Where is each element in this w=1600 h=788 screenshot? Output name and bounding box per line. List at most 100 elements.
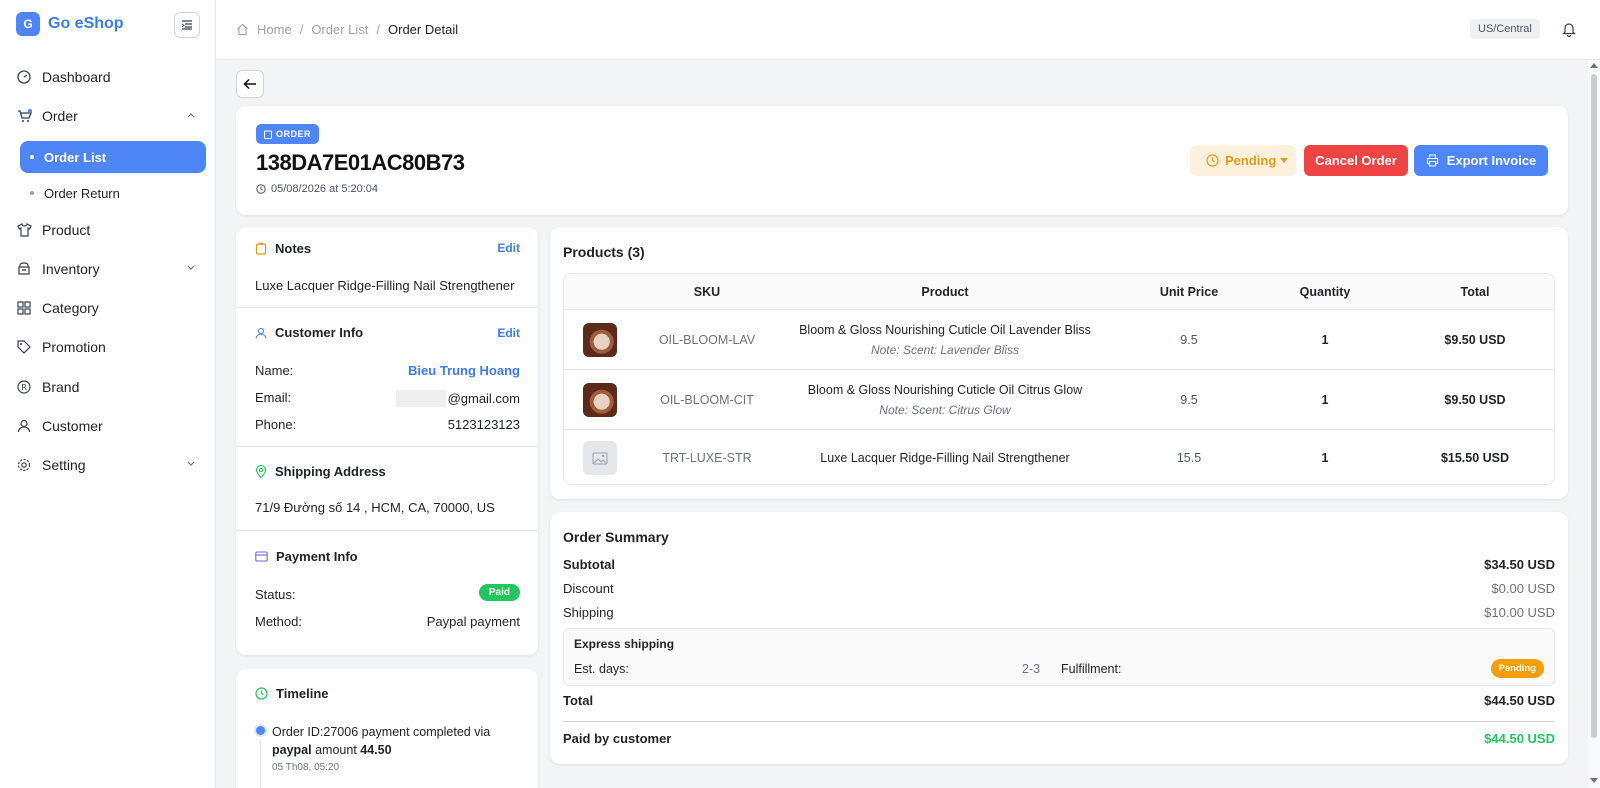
payment-status-label: Status: [255,587,296,602]
product-unit-price: 9.5 [1180,392,1198,407]
clipboard-icon [264,130,272,139]
printer-icon [1426,154,1438,167]
products-card: Products (3) SKU Product Unit Price Quan… [550,227,1568,499]
breadcrumb-order-list[interactable]: Order List [311,22,368,37]
page-scrollbar[interactable] [1588,60,1600,788]
gear-icon [16,457,32,473]
shipping-address-title-text: Shipping Address [275,464,386,479]
product-unit-price: 15.5 [1176,451,1202,465]
credit-card-icon [255,551,268,562]
sidebar-item-promotion[interactable]: Promotion [16,333,206,361]
tag-icon [16,339,32,355]
sidebar-item-label: Order [42,108,78,124]
fulfillment-status-badge: Pending [1490,659,1544,678]
product-thumbnail [564,310,636,369]
timeline-event-text: Order ID:27006 payment completed via pay… [272,723,522,759]
divider [236,446,538,447]
phone-label: Phone: [255,417,297,432]
timeline-event-time: 05 Th08, 05:20 [272,762,340,773]
back-button[interactable] [236,70,264,98]
fulfillment-label: Fulfillment: [1061,662,1122,676]
sidebar-item-label: Inventory [42,261,100,277]
clock-icon [255,687,268,700]
payment-status-badge: Paid [478,584,520,601]
product-name: Bloom & Gloss Nourishing Cuticle Oil Lav… [799,322,1091,337]
table-row[interactable]: OIL-BLOOM-LAV Bloom & Gloss Nourishing C… [564,310,1554,370]
shipping-address-title: Shipping Address [255,464,386,479]
redacted-block [395,390,446,407]
table-row[interactable]: TRT-LUXE-STR Luxe Lacquer Ridge-Filling … [564,430,1554,484]
brand-logo: G [16,12,40,36]
column-header-total: Total [1460,284,1490,299]
sidebar-item-category[interactable]: Category [16,294,206,322]
notes-edit-link[interactable]: Edit [497,241,520,255]
timeline-event-method: paypal [272,743,312,757]
notification-bell-icon[interactable] [1562,21,1578,37]
status-dropdown[interactable]: Pending [1190,145,1296,176]
discount-value: $0.00 USD [1491,581,1555,596]
home-icon [237,23,248,36]
sidebar-subitem-order-return[interactable]: Order Return [20,177,206,209]
product-name: Bloom & Gloss Nourishing Cuticle Oil Cit… [807,382,1083,397]
sidebar-item-label: Dashboard [42,69,111,85]
clipboard-note-icon [255,242,267,255]
notes-title: Notes [255,241,311,256]
shipping-method-name: Express shipping [574,637,675,651]
sidebar-toggle-button[interactable] [174,12,200,38]
product-quantity: 1 [1321,392,1329,407]
customer-email-text: @gmail.com [447,391,520,406]
column-header-product: Product [921,284,969,299]
caret-down-icon [1280,158,1288,163]
breadcrumb-separator: / [299,22,304,37]
export-invoice-button[interactable]: Export Invoice [1414,145,1548,176]
est-days-label: Est. days: [574,662,629,676]
map-pin-icon [255,465,267,478]
timeline-line [260,739,261,788]
sidebar-item-inventory[interactable]: Inventory [16,255,206,283]
svg-text:R: R [21,383,27,392]
scroll-down-arrow-icon[interactable] [1590,778,1598,783]
breadcrumb-separator: / [376,22,381,37]
name-label: Name: [255,363,294,378]
summary-total-row: Total $44.50 USD [563,693,1555,708]
user-icon [255,327,267,339]
order-badge-label: ORDER [276,129,312,139]
product-image [583,382,617,417]
timezone-badge[interactable]: US/Central [1470,19,1540,39]
shipping-address-text: 71/9 Đường số 14 , HCM, CA, 70000, US [255,500,495,515]
order-date: 05/08/2026 at 5:20:04 [256,183,378,195]
sidebar-item-order[interactable]: Order [16,102,206,130]
product-total: $15.50 USD [1440,451,1510,465]
sidebar-item-label: Brand [42,379,80,395]
bullet-dot [30,191,34,195]
breadcrumb-home[interactable]: Home [257,22,292,37]
image-placeholder-icon [583,441,617,475]
chevron-down-icon [187,265,195,270]
sidebar-item-customer[interactable]: Customer [16,412,206,440]
order-badge: ORDER [256,124,320,144]
sidebar-item-setting[interactable]: Setting [16,451,206,479]
sidebar-item-product[interactable]: Product [16,216,206,244]
customer-edit-link[interactable]: Edit [497,326,520,340]
payment-info-title-text: Payment Info [276,549,358,564]
brand[interactable]: G Go eShop [16,12,124,36]
cancel-order-button[interactable]: Cancel Order [1304,145,1408,176]
payment-info-title: Payment Info [255,549,358,564]
breadcrumb-current: Order Detail [388,22,459,37]
product-sku: OIL-BLOOM-LAV [658,332,756,347]
product-quantity: 1 [1321,332,1329,347]
sidebar-item-dashboard[interactable]: Dashboard [16,63,206,91]
inventory-icon [16,261,32,277]
scrollbar-thumb[interactable] [1591,74,1597,738]
sidebar-item-brand[interactable]: R Brand [16,373,206,401]
timeline-title-text: Timeline [276,686,329,701]
email-label: Email: [255,390,292,405]
scroll-up-arrow-icon[interactable] [1590,63,1598,68]
menu-collapse-icon [181,20,192,30]
customer-name-link[interactable]: Bieu Trung Hoang [408,363,520,378]
sidebar-subitem-order-list[interactable]: Order List [20,141,206,173]
dashboard-icon [16,69,32,85]
table-row[interactable]: OIL-BLOOM-CIT Bloom & Gloss Nourishing C… [564,370,1554,430]
user-icon [16,418,32,434]
shipping-method-box: Express shipping Est. days: 2-3 Fulfillm… [563,628,1555,686]
